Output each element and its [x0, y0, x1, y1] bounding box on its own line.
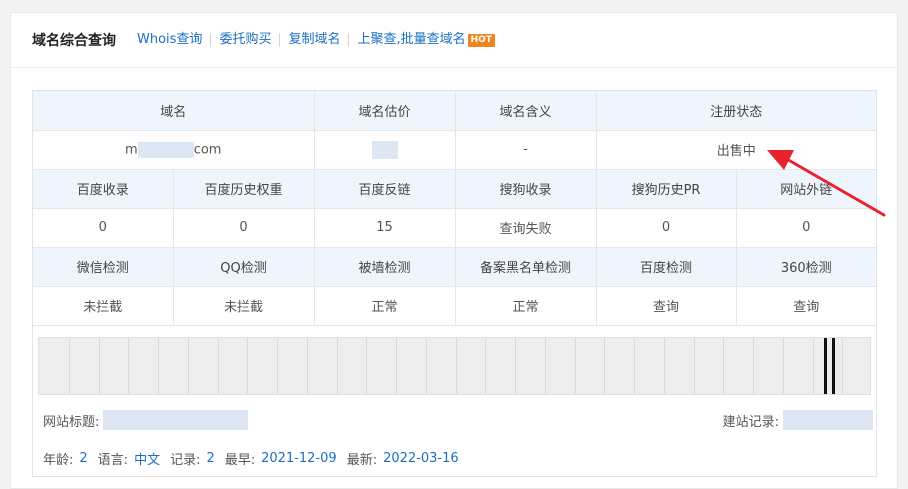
site-record-label: 建站记录: — [722, 414, 779, 430]
language-value[interactable]: 中文 — [134, 449, 160, 468]
baidu-check-link[interactable]: 查询 — [596, 286, 737, 326]
site-title-label: 网站标题: — [43, 414, 100, 430]
timeline-gridline — [723, 338, 724, 394]
timeline-gridline — [158, 338, 159, 394]
earliest-label: 最早: — [224, 452, 256, 468]
header-blacklist-check: 备案黑名单检测 — [455, 247, 597, 287]
header-meaning: 域名含义 — [455, 91, 597, 131]
table-row: 未拦截 未拦截 正常 正常 查询 查询 — [33, 286, 877, 326]
table-row: 微信检测 QQ检测 被墙检测 备案黑名单检测 百度检测 360检测 — [33, 247, 877, 287]
domain-prefix: m — [125, 142, 138, 157]
timeline-gridline — [842, 338, 843, 394]
timeline-gridline — [604, 338, 605, 394]
header-reg-status: 注册状态 — [596, 91, 877, 131]
table-row: 百度收录 百度历史权重 百度反链 搜狗收录 搜狗历史PR 网站外链 — [33, 169, 877, 209]
entrust-buy-link[interactable]: 委托购买 — [210, 33, 279, 47]
timeline-gridline — [545, 338, 546, 394]
header-valuation: 域名估价 — [314, 91, 456, 131]
timeline-gridline — [634, 338, 635, 394]
redacted-site-title-blur — [103, 410, 249, 430]
domain-suffix: com — [193, 142, 222, 157]
hot-badge: HOT — [467, 33, 495, 47]
header-qq-check: QQ检测 — [173, 247, 315, 287]
meta-info-row: 年龄: 2 语言: 中文 记录: 2 最早: 2021-12-09 最新: 20… — [43, 448, 873, 468]
table-row: 域名 域名估价 域名含义 注册状态 — [33, 91, 877, 131]
blacklist-check-value: 正常 — [455, 286, 597, 326]
timeline-gridline — [664, 338, 665, 394]
panel-title: 域名综合查询 — [32, 33, 116, 49]
age-value[interactable]: 2 — [79, 451, 87, 466]
latest-label: 最新: — [346, 452, 378, 468]
header-domain: 域名 — [33, 91, 315, 131]
reg-status-link[interactable]: 出售中 — [596, 130, 877, 170]
header-baidu-weight: 百度历史权重 — [173, 169, 315, 209]
redacted-valuation-blur — [371, 140, 398, 159]
header-external-links: 网站外链 — [736, 169, 877, 209]
redacted-domain-blur — [137, 141, 194, 158]
header-firewall-check: 被墙检测 — [314, 247, 456, 287]
timeline-gridline — [128, 338, 129, 394]
timeline-gridline — [337, 338, 338, 394]
sogou-index-value: 查询失败 — [455, 208, 597, 248]
baidu-backlinks-link[interactable]: 15 — [314, 208, 456, 248]
timeline-gridline — [753, 338, 754, 394]
timeline-gridline — [783, 338, 784, 394]
header-baidu-check: 百度检测 — [596, 247, 737, 287]
timeline-gridline — [307, 338, 308, 394]
records-value[interactable]: 2 — [206, 451, 214, 466]
copy-domain-link[interactable]: 复制域名 — [279, 33, 348, 47]
timeline-gridline — [366, 338, 367, 394]
domain-info-table: 域名 域名估价 域名含义 注册状态 m com - 出售中 百度收录 百度历史权重… — [33, 91, 877, 326]
baidu-index-value: 0 — [33, 208, 174, 248]
timeline-gridline — [813, 338, 814, 394]
panel-header: 域名综合查询 Whois查询 委托购买 复制域名 上聚查,批量查域名 HOT — [11, 13, 897, 68]
age-label: 年龄: — [43, 452, 74, 468]
site-title-row: 网站标题: 建站记录: — [43, 410, 873, 430]
timeline-gridline — [515, 338, 516, 394]
table-row: 0 0 15 查询失败 0 0 — [33, 208, 877, 248]
history-timeline — [38, 337, 871, 395]
earliest-value[interactable]: 2021-12-09 — [261, 451, 337, 466]
meaning-cell: - — [455, 130, 597, 170]
domain-query-panel: 域名综合查询 Whois查询 委托购买 复制域名 上聚查,批量查域名 HOT 域… — [10, 12, 898, 489]
site-record-group: 建站记录: — [723, 410, 873, 430]
timeline-gridline — [456, 338, 457, 394]
timeline-gridline — [99, 338, 100, 394]
sogou-pr-value: 0 — [596, 208, 737, 248]
wechat-check-value: 未拦截 — [33, 286, 174, 326]
header-sogou-pr: 搜狗历史PR — [596, 169, 737, 209]
header-sogou-index: 搜狗收录 — [455, 169, 597, 209]
baidu-weight-value: 0 — [173, 208, 315, 248]
timeline-gridline — [218, 338, 219, 394]
latest-value[interactable]: 2022-03-16 — [383, 451, 459, 466]
timeline-record-marker — [824, 338, 827, 394]
qq-check-value: 未拦截 — [173, 286, 315, 326]
domain-cell: m com — [33, 130, 315, 170]
timeline-gridline — [694, 338, 695, 394]
firewall-check-value: 正常 — [314, 286, 456, 326]
valuation-cell — [314, 130, 456, 170]
batch-query-link[interactable]: 上聚查,批量查域名 — [348, 33, 473, 47]
table-row: m com - 出售中 — [33, 130, 877, 170]
timeline-gridline — [277, 338, 278, 394]
header-baidu-backlinks: 百度反链 — [314, 169, 456, 209]
timeline-gridline — [396, 338, 397, 394]
timeline-gridline — [69, 338, 70, 394]
header-wechat-check: 微信检测 — [33, 247, 174, 287]
records-label: 记录: — [170, 452, 201, 468]
header-360-check: 360检测 — [736, 247, 877, 287]
header-baidu-index: 百度收录 — [33, 169, 174, 209]
360-check-link[interactable]: 查询 — [736, 286, 877, 326]
timeline-gridline — [426, 338, 427, 394]
timeline-record-marker — [832, 338, 835, 394]
external-links-value: 0 — [736, 208, 877, 248]
timeline-gridline — [575, 338, 576, 394]
timeline-gridline — [485, 338, 486, 394]
redacted-site-record-blur — [783, 410, 873, 430]
timeline-gridline — [247, 338, 248, 394]
domain-info-box: 域名 域名估价 域名含义 注册状态 m com - 出售中 百度收录 百度历史权重… — [32, 90, 877, 477]
language-label: 语言: — [97, 452, 129, 468]
whois-link[interactable]: Whois查询 — [129, 33, 210, 47]
timeline-gridline — [188, 338, 189, 394]
